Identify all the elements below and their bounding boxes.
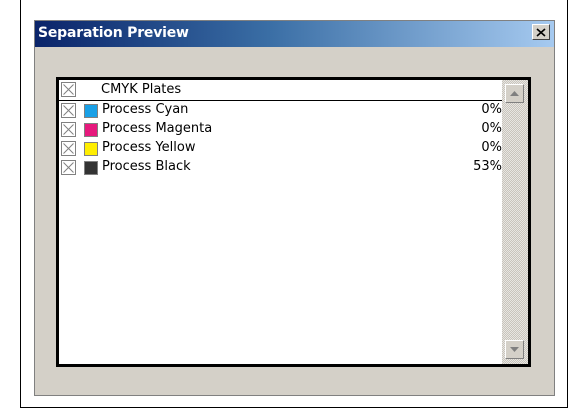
plate-row[interactable]: Process Black 53%: [59, 158, 502, 177]
separation-preview-dialog: Separation Preview CMYK Plates Process C…: [34, 20, 555, 396]
plate-label: Process Black: [102, 159, 191, 174]
checkbox-x-icon[interactable]: [61, 122, 76, 137]
color-swatch: [84, 161, 98, 175]
close-button[interactable]: [532, 24, 550, 40]
plate-label: Process Magenta: [102, 121, 213, 136]
scroll-up-arrow-icon: [510, 91, 519, 96]
plate-coverage-percent: 0%: [481, 102, 502, 117]
plate-row[interactable]: Process Cyan 0%: [59, 101, 502, 120]
plate-coverage-percent: 0%: [481, 140, 502, 155]
plate-coverage-percent: 53%: [473, 159, 502, 174]
plate-row[interactable]: Process Yellow 0%: [59, 139, 502, 158]
close-icon: [536, 27, 546, 37]
cmyk-plates-header-row[interactable]: CMYK Plates: [59, 80, 502, 101]
plates-list-panel: CMYK Plates Process Cyan 0% Process Magent…: [56, 77, 531, 367]
plates-list: CMYK Plates Process Cyan 0% Process Magent…: [59, 80, 502, 177]
cmyk-plates-label: CMYK Plates: [101, 82, 182, 97]
color-swatch: [84, 123, 98, 137]
checkbox-x-icon[interactable]: [61, 160, 76, 175]
plate-coverage-percent: 0%: [481, 121, 502, 136]
checkbox-x-icon[interactable]: [61, 141, 76, 156]
title-bar[interactable]: Separation Preview: [35, 21, 554, 47]
window-title: Separation Preview: [38, 25, 189, 41]
color-swatch: [84, 104, 98, 118]
checkbox-x-icon[interactable]: [61, 103, 76, 118]
scroll-down-arrow-icon: [510, 347, 519, 352]
vertical-scrollbar[interactable]: [502, 80, 528, 364]
plate-row[interactable]: Process Magenta 0%: [59, 120, 502, 139]
checkbox-x-icon[interactable]: [61, 82, 76, 97]
scroll-down-button[interactable]: [505, 340, 524, 359]
color-swatch: [84, 142, 98, 156]
scroll-up-button[interactable]: [505, 84, 524, 103]
plate-label: Process Yellow: [102, 140, 196, 155]
plate-label: Process Cyan: [102, 102, 189, 117]
